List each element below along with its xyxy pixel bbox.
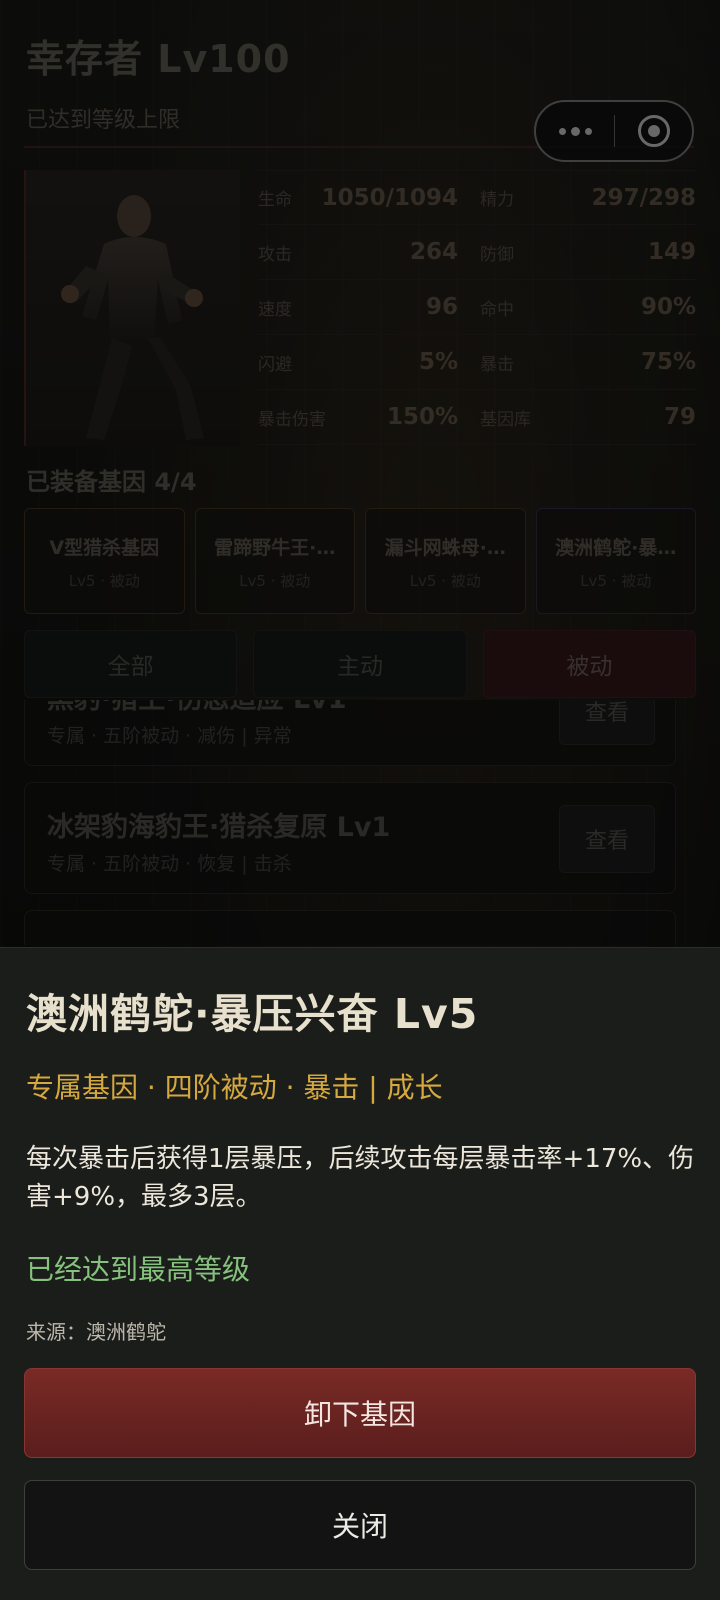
equipped-genes-title: 已装备基因 4/4: [26, 468, 197, 496]
stat-value: 264: [409, 239, 458, 265]
stat-value: 1050/1094: [321, 184, 458, 211]
gene-item-name: 冰架豹海豹王·猎杀复原 Lv1: [47, 812, 391, 843]
stat-value: 149: [647, 239, 696, 265]
stat-row: 速度 96 命中 90%: [258, 280, 696, 335]
gene-filter-tabs: 全部 主动 被动: [24, 630, 696, 698]
gene-slot-name: 澳洲鹤鸵·暴…: [555, 537, 677, 559]
gene-slot[interactable]: 澳洲鹤鸵·暴… Lv5 · 被动: [535, 508, 696, 614]
gene-slot-name: V型猎杀基因: [49, 537, 160, 559]
stats-panel: 生命 1050/1094 精力 297/298 攻击 264 防御 149 速度 96 命…: [258, 170, 696, 445]
tab-all[interactable]: 全部: [24, 630, 238, 698]
stat-value: 297/298: [591, 184, 696, 211]
gene-detail-tags: 专属基因 · 四阶被动 · 暴击 | 成长: [26, 1071, 443, 1104]
gene-item-name: 黑豹·猎王·伤态适应 Lv1: [47, 700, 347, 716]
stat-label: 攻击: [258, 244, 292, 265]
gene-detail-description: 每次暴击后获得1层暴压，后续攻击每层暴击率+17%、伤害+9%，最多3层。: [26, 1144, 695, 1212]
more-dots-icon[interactable]: [536, 102, 614, 160]
stat-value: 79: [663, 404, 696, 430]
stat-label: 生命: [258, 190, 292, 210]
stat-label: 精力: [480, 190, 514, 210]
gene-detail-sheet: 澳洲鹤鸵·暴压兴奋 Lv5 专属基因 · 四阶被动 · 暴击 | 成长 每次暴击…: [0, 947, 720, 1600]
gene-detail-status: 已经达到最高等级: [26, 1253, 251, 1286]
character-portrait: [24, 170, 240, 446]
tab-active[interactable]: 主动: [253, 630, 467, 698]
gene-detail-source: 来源：澳洲鹤鸵: [26, 1320, 166, 1344]
tab-passive[interactable]: 被动: [482, 630, 696, 698]
gene-slot[interactable]: 雷蹄野牛王·… Lv5 · 被动: [194, 508, 355, 614]
stat-label: 防御: [480, 244, 514, 265]
gene-slot-meta: Lv5 · 被动: [409, 572, 481, 590]
stat-value: 75%: [640, 349, 696, 375]
gene-slot-name: 雷蹄野牛王·…: [214, 537, 336, 559]
gene-detail-title: 澳洲鹤鸵·暴压兴奋 Lv5: [26, 990, 479, 1038]
gene-list: 黑豹·猎王·伤态适应 Lv1 专属 · 五阶被动 · 减伤 | 异常 查看 冰架…: [24, 700, 696, 945]
gene-slot-meta: Lv5 · 被动: [580, 572, 652, 590]
capsule-menu: [534, 100, 694, 162]
equipped-gene-slots: V型猎杀基因 Lv5 · 被动 雷蹄野牛王·… Lv5 · 被动 漏斗网蛛母·……: [24, 508, 696, 614]
page-subtitle: 已达到等级上限: [26, 108, 181, 133]
list-item[interactable]: 冰架豹海豹王·猎杀复原 Lv1 专属 · 五阶被动 · 恢复 | 击杀 查看: [24, 782, 676, 894]
stat-label: 速度: [258, 299, 292, 320]
stat-row: 闪避 5% 暴击 75%: [258, 335, 696, 390]
target-circle-icon[interactable]: [615, 102, 692, 160]
stat-label: 闪避: [258, 354, 292, 375]
unequip-gene-button[interactable]: 卸下基因: [24, 1368, 696, 1458]
stat-label: 暴击: [480, 354, 514, 375]
gene-slot[interactable]: V型猎杀基因 Lv5 · 被动: [24, 508, 185, 614]
stat-label: 基因库: [480, 409, 531, 430]
stat-value: 150%: [386, 404, 458, 430]
stat-row: 暴击伤害 150% 基因库 79: [258, 390, 696, 445]
stat-label: 命中: [480, 299, 514, 320]
stat-value: 5%: [418, 349, 458, 375]
list-item[interactable]: [24, 910, 676, 945]
gene-slot-meta: Lv5 · 被动: [239, 572, 311, 590]
gene-slot-meta: Lv5 · 被动: [68, 572, 140, 590]
stat-label: 暴击伤害: [258, 409, 326, 430]
gene-item-meta: 专属 · 五阶被动 · 恢复 | 击杀: [47, 853, 292, 875]
list-item[interactable]: 黑豹·猎王·伤态适应 Lv1 专属 · 五阶被动 · 减伤 | 异常 查看: [24, 700, 676, 766]
close-button[interactable]: 关闭: [24, 1480, 696, 1570]
view-button[interactable]: 查看: [559, 700, 655, 745]
gene-item-meta: 专属 · 五阶被动 · 减伤 | 异常: [47, 725, 292, 747]
gene-slot[interactable]: 漏斗网蛛母·… Lv5 · 被动: [365, 508, 526, 614]
stat-row: 生命 1050/1094 精力 297/298: [258, 170, 696, 225]
stat-value: 96: [425, 294, 458, 320]
view-button[interactable]: 查看: [559, 805, 655, 873]
stat-row: 攻击 264 防御 149: [258, 225, 696, 280]
gene-slot-name: 漏斗网蛛母·…: [384, 537, 506, 559]
page-title: 幸存者 Lv100: [26, 37, 291, 81]
stat-value: 90%: [640, 294, 696, 320]
